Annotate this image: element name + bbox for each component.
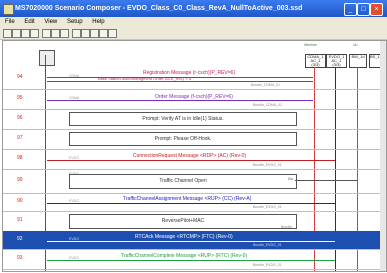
maximize-button[interactable]: □: [357, 3, 370, 16]
node-cdma[interactable]: CDMA_1 AC_1 (3/3): [305, 54, 326, 68]
message-arrow: [47, 160, 335, 161]
save-icon[interactable]: [21, 29, 30, 38]
zoom-icon[interactable]: [90, 29, 99, 38]
row-number: 97: [17, 135, 23, 141]
row-note: Bundle_EVDO_01: [253, 263, 282, 267]
message-arrow: [47, 203, 335, 204]
app-icon: [3, 4, 14, 15]
row-message: RTCAck Message <RTCMP> (FTC) (Rev-0): [135, 234, 233, 240]
sequence-row[interactable]: 94 CDMA Registration Message (r-csch)(P_…: [3, 67, 386, 90]
menu-help[interactable]: Help: [92, 19, 104, 25]
node-evdo[interactable]: EVDO_1 AC_1 (3/3): [326, 54, 347, 68]
sequence-row[interactable]: 96 Prompt: Verify AT is in Idle(1) Statu…: [3, 109, 386, 130]
sequence-canvas: Wireline Uu CDMA_1 AC_1 (3/3) EVDO_1 AC_…: [2, 40, 387, 272]
sequence-header: Wireline Uu CDMA_1 AC_1 (3/3) EVDO_1 AC_…: [3, 41, 386, 69]
print-icon[interactable]: [30, 29, 39, 38]
row-note: Bundle_EVDO_01: [253, 163, 282, 167]
open-icon[interactable]: [12, 29, 21, 38]
toolbar: [0, 27, 387, 40]
header-tag-uu: Uu: [353, 43, 358, 47]
sequence-row[interactable]: 93 EVDO TrafficChannelComplete Message <…: [3, 249, 386, 270]
cut-icon[interactable]: [42, 29, 51, 38]
message-arrow: [47, 260, 335, 261]
row-number: 90: [17, 198, 23, 204]
row-note: Bundle_EVDO_01: [253, 205, 282, 209]
title-bar: MS7020000 Scenario Composer - EVDO_Class…: [0, 0, 387, 17]
row-number: 96: [17, 115, 23, 121]
settings-icon[interactable]: [99, 29, 108, 38]
row-number: 92: [17, 236, 23, 242]
row-number: 91: [17, 217, 23, 223]
terminal-icon: [39, 50, 55, 66]
sequence-row[interactable]: 98 EVDO ConnectionRequest Message <RDP> …: [3, 149, 386, 170]
row-number: 99: [17, 177, 23, 183]
message-arrow: [47, 77, 313, 78]
menu-edit[interactable]: Edit: [24, 19, 34, 25]
menu-bar: File Edit View Setup Help: [0, 17, 387, 27]
menu-setup[interactable]: Setup: [67, 19, 83, 25]
sequence-row[interactable]: 91 EVDO ReversePilot+MAC Bundle: [3, 211, 386, 232]
message-arrow: [47, 81, 313, 82]
node-bw[interactable]: BW_1d: [349, 54, 367, 68]
prompt-box: Prompt: Please Off-Hook.: [69, 132, 297, 146]
row-tag: Gu: [288, 177, 293, 181]
copy-icon[interactable]: [51, 29, 60, 38]
sequence-row[interactable]: 99 EVDO Traffic Channel Open Gu: [3, 169, 386, 194]
help-icon[interactable]: [108, 29, 117, 38]
replace-icon[interactable]: [81, 29, 90, 38]
reverse-pilot-box: ReversePilot+MAC: [69, 214, 297, 229]
vertical-scrollbar[interactable]: [380, 41, 386, 271]
minimize-button[interactable]: _: [344, 3, 357, 16]
message-arrow: [295, 180, 357, 181]
row-number: 98: [17, 155, 23, 161]
row-message: TrafficChannelComplete Message <RUP> (RT…: [121, 253, 248, 259]
row-number: 95: [17, 95, 23, 101]
row-message: TrafficChannelAssignment Message <RUP> (…: [123, 196, 252, 202]
header-tag-wireline: Wireline: [304, 43, 317, 47]
message-arrow: [47, 100, 313, 101]
traffic-channel-box: Traffic Channel Open: [69, 174, 297, 189]
row-number: 94: [17, 74, 23, 80]
row-note: Bundle_CDMA_01: [251, 83, 280, 87]
prompt-box: Prompt: Verify AT is in Idle(1) Status.: [69, 112, 297, 126]
close-button[interactable]: ×: [370, 3, 383, 16]
sequence-row[interactable]: 90 EVDO TrafficChannelAssignment Message…: [3, 193, 386, 212]
window-title: MS7020000 Scenario Composer - EVDO_Class…: [15, 5, 303, 12]
row-note: Bundle_CDMA_01: [253, 103, 282, 107]
row-note: Bundle_EVDO_01: [253, 243, 282, 247]
sequence-row[interactable]: 95 CDMA Order Message (f-csch)(P_REV=6) …: [3, 89, 386, 110]
sequence-row[interactable]: 97 Prompt: Please Off-Hook.: [3, 129, 386, 150]
menu-file[interactable]: File: [5, 19, 15, 25]
menu-view[interactable]: View: [44, 19, 57, 25]
find-icon[interactable]: [72, 29, 81, 38]
new-icon[interactable]: [3, 29, 12, 38]
paste-icon[interactable]: [60, 29, 69, 38]
row-message: ConnectionRequest Message <RDP> (AC) (Re…: [133, 153, 247, 159]
sequence-row-selected[interactable]: 92 EVDO RTCAck Message <RTCMP> (FTC) (Re…: [3, 231, 386, 250]
message-arrow: [47, 241, 335, 242]
row-note: Bundle: [281, 225, 292, 229]
row-number: 93: [17, 255, 23, 261]
